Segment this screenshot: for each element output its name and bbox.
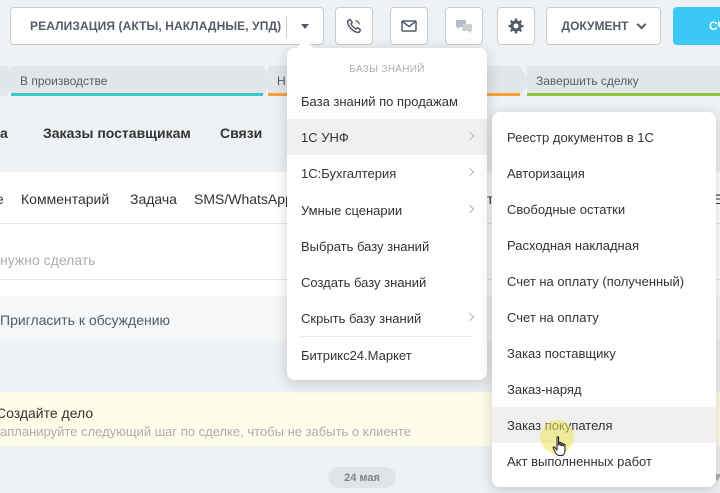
menu-item-label: База знаний по продажам — [301, 93, 458, 109]
menu-item-smart-scenarios[interactable]: Умные сценарии — [287, 192, 487, 228]
stage-color-bar — [11, 93, 263, 96]
gear-icon — [508, 18, 524, 34]
submenu-item[interactable]: Реестр документов в 1С — [492, 119, 716, 155]
menu-item-label: Скрыть базу знаний — [301, 310, 422, 326]
submenu-item[interactable]: Счет на оплату — [492, 299, 716, 335]
menu-item-sales-kb[interactable]: База знаний по продажам — [287, 83, 487, 119]
submenu-item-label: Заказ-наряд — [507, 381, 582, 397]
submenu-item-label: Заказ поставщику — [507, 345, 616, 361]
email-button[interactable] — [390, 7, 428, 45]
chat-bubbles-icon — [456, 19, 472, 33]
tab-links[interactable]: Связи — [220, 125, 262, 141]
activity-tab-comment[interactable]: Комментарий — [21, 191, 109, 207]
phone-icon — [346, 18, 362, 34]
chevron-right-icon — [465, 167, 475, 177]
chevron-right-icon — [465, 131, 475, 141]
submenu-item[interactable]: Расходная накладная — [492, 227, 716, 263]
activity-tab-sms[interactable]: SMS/WhatsApp — [194, 191, 293, 207]
todo-placeholder: нужно сделать — [0, 252, 96, 268]
activity-tab-task[interactable]: Задача — [130, 191, 177, 207]
caret-down-icon[interactable] — [301, 24, 309, 29]
submenu-item[interactable]: Счет на оплату (полученный) — [492, 263, 716, 299]
stage-in-production[interactable]: В производстве — [11, 66, 272, 96]
document-button[interactable]: ДОКУМЕНТ — [546, 7, 661, 45]
menu-item-1c-accounting[interactable]: 1С:Бухгалтерия — [287, 155, 487, 191]
stage-close-deal[interactable]: Завершить сделку — [527, 66, 720, 96]
submenu-item-label: Счет на оплату (полученный) — [507, 273, 685, 289]
implementation-dropdown-button[interactable]: РЕАЛИЗАЦИЯ (АКТЫ, НАКЛАДНЫЕ, УПД) — [10, 7, 324, 45]
account-label: СЧЁ — [709, 19, 720, 33]
submenu-item[interactable]: Акт выполненных работ — [492, 443, 716, 479]
create-task-title: Создайте дело — [0, 405, 94, 421]
chat-button[interactable] — [445, 7, 483, 45]
submenu-item-label: Акт выполненных работ — [507, 453, 652, 469]
menu-item-label: Битрикс24.Маркет — [301, 347, 412, 363]
submenu-item-label: Расходная накладная — [507, 237, 640, 253]
menu-item-create-kb[interactable]: Создать базу знаний — [287, 264, 487, 300]
tab-supplier-orders[interactable]: Заказы поставщикам — [43, 125, 191, 141]
menu-item-market[interactable]: Битрикс24.Маркет — [287, 337, 487, 373]
submenu-item[interactable]: Авторизация — [492, 155, 716, 191]
create-task-hint: апланируйте следующий шаг по сделке, что… — [0, 424, 411, 439]
submenu-item-customer-order[interactable]: Заказ покупателя — [492, 407, 716, 443]
implementation-label: РЕАЛИЗАЦИЯ (АКТЫ, НАКЛАДНЫЕ, УПД) — [30, 19, 282, 33]
submenu-item[interactable]: Заказ-наряд — [492, 371, 716, 407]
menu-item-label: Выбрать базу знаний — [301, 238, 430, 254]
stage-color-bar — [527, 93, 720, 96]
date-badge: 24 мая — [328, 467, 396, 488]
settings-button[interactable] — [497, 7, 535, 45]
menu-item-hide-kb[interactable]: Скрыть базу знаний — [287, 300, 487, 336]
activity-tab[interactable]: е — [0, 191, 4, 207]
dropdown-separator — [286, 16, 287, 38]
hand-pointer-icon — [552, 436, 566, 457]
submenu-item-label: Счет на оплату — [507, 309, 599, 325]
chevron-down-icon — [637, 19, 647, 29]
document-label: ДОКУМЕНТ — [561, 19, 629, 33]
submenu-item-label: Реестр документов в 1С — [507, 129, 654, 145]
stage-item[interactable] — [0, 66, 16, 96]
chevron-right-icon — [465, 204, 475, 214]
menu-header: БАЗЫ ЗНАНИЙ — [349, 64, 425, 75]
stage-label: Н — [277, 74, 286, 88]
stage-label: В производстве — [20, 74, 108, 88]
menu-item-1c-unf[interactable]: 1С УНФ — [287, 119, 487, 155]
menu-item-label: Умные сценарии — [301, 202, 403, 218]
tab-item[interactable]: а — [0, 125, 8, 141]
menu-item-label: Создать базу знаний — [301, 274, 427, 290]
envelope-icon — [401, 20, 417, 32]
unf-submenu: Реестр документов в 1С Авторизация Свобо… — [492, 112, 716, 487]
stage-label: Завершить сделку — [536, 74, 639, 88]
call-button[interactable] — [335, 7, 373, 45]
menu-item-label: 1С:Бухгалтерия — [301, 165, 397, 181]
menu-item-label: 1С УНФ — [301, 129, 349, 145]
knowledge-base-menu: БАЗЫ ЗНАНИЙ База знаний по продажам 1С У… — [287, 48, 487, 380]
menu-item-choose-kb[interactable]: Выбрать базу знаний — [287, 228, 487, 264]
chevron-right-icon — [465, 312, 475, 322]
invite-label: Пригласить к обсуждению — [0, 312, 171, 328]
submenu-item-label: Авторизация — [507, 165, 585, 181]
account-button[interactable]: СЧЁ — [673, 7, 720, 45]
submenu-item[interactable]: Свободные остатки — [492, 191, 716, 227]
submenu-item[interactable]: Заказ поставщику — [492, 335, 716, 371]
submenu-item-label: Свободные остатки — [507, 201, 626, 217]
